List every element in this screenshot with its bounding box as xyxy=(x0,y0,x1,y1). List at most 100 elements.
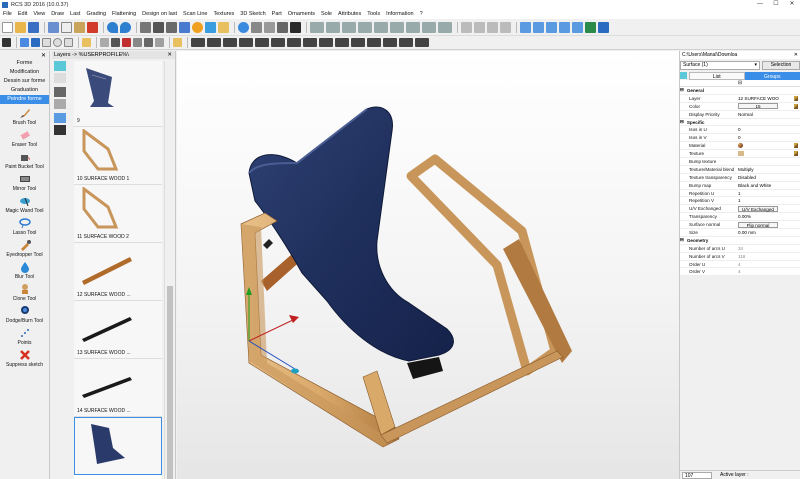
tab-list[interactable]: List xyxy=(689,72,745,80)
layer-item[interactable]: 10 SURFACE WOOD 1 xyxy=(74,127,162,185)
sole-shape-12-icon[interactable] xyxy=(367,38,381,47)
property-value[interactable]: 0.00% xyxy=(736,214,800,219)
property-value[interactable]: Multiply xyxy=(736,167,800,172)
texture-icon[interactable] xyxy=(738,151,744,157)
slash-icon[interactable] xyxy=(111,38,120,47)
menu-tools[interactable]: Tools xyxy=(367,11,380,17)
filter-remove-icon[interactable] xyxy=(179,21,190,33)
suppress-sketch-tool[interactable]: Suppress sketch xyxy=(0,349,49,368)
property-value[interactable]: Black and White xyxy=(736,183,800,188)
filter-add-icon[interactable] xyxy=(166,21,177,33)
filter-icon[interactable] xyxy=(153,21,164,33)
property-row[interactable]: Repetition V 1 xyxy=(680,197,800,206)
eraser-tool[interactable]: Eraser Tool xyxy=(0,129,49,148)
sole-shape-8-icon[interactable] xyxy=(303,38,317,47)
menu-information[interactable]: Information xyxy=(386,11,414,17)
mode-forme[interactable]: Forme xyxy=(0,59,49,68)
layer-item[interactable]: 9 xyxy=(74,61,162,127)
edit-pencil-icon[interactable] xyxy=(794,143,798,149)
grid-icon[interactable] xyxy=(277,21,288,33)
window-layout-1-icon[interactable] xyxy=(520,21,531,33)
mode-graduation[interactable]: Graduation xyxy=(0,86,49,95)
section-icon[interactable] xyxy=(251,21,262,33)
sole-shape-14-icon[interactable] xyxy=(399,38,413,47)
menu-view[interactable]: View xyxy=(33,11,45,17)
sole-shape-1-icon[interactable] xyxy=(191,38,205,47)
shoe-icon[interactable] xyxy=(2,38,11,47)
cut-icon[interactable] xyxy=(48,21,59,33)
selection-button[interactable]: Selection xyxy=(762,61,800,70)
menu-file[interactable]: File xyxy=(3,11,12,17)
sole-shape-4-icon[interactable] xyxy=(239,38,253,47)
layer-item[interactable]: 12 SURFACE WOOD ... xyxy=(74,243,162,301)
draw-rectangle-icon[interactable] xyxy=(42,38,51,47)
magic-wand-tool[interactable]: Magic Wand Tool xyxy=(0,195,49,214)
cube-side-icon[interactable] xyxy=(500,21,511,33)
draw-box-icon[interactable] xyxy=(64,38,73,47)
property-row[interactable]: Texture/Material blend Multiply xyxy=(680,166,800,174)
tab-groups[interactable]: Groups xyxy=(744,72,800,80)
close-button[interactable]: ✕ xyxy=(784,0,800,9)
edit-pencil-icon[interactable] xyxy=(794,103,798,109)
minimize-button[interactable]: — xyxy=(752,0,768,9)
property-row[interactable]: Number of arcs U 34 xyxy=(680,245,800,253)
measure-icon[interactable] xyxy=(264,21,275,33)
property-row[interactable]: Material xyxy=(680,142,800,151)
dimension-icon[interactable] xyxy=(290,21,301,33)
redo-icon[interactable] xyxy=(120,21,131,33)
shoe-view-3-icon[interactable] xyxy=(342,21,356,33)
sole-shape-11-icon[interactable] xyxy=(351,38,365,47)
property-row[interactable]: Texture transparency Disabled xyxy=(680,174,800,182)
mode-modification[interactable]: Modification xyxy=(0,68,49,77)
property-row[interactable]: Bump map Black and White xyxy=(680,182,800,190)
property-value[interactable]: Disabled xyxy=(736,175,800,180)
property-value[interactable]: Normal xyxy=(736,112,800,117)
sole-shape-7-icon[interactable] xyxy=(287,38,301,47)
layer-item[interactable]: 13 SURFACE WOOD ... xyxy=(74,301,162,359)
dodge-burn-tool[interactable]: Dodge/Burn Tool xyxy=(0,305,49,324)
layer-item[interactable]: 14 SURFACE WOOD ... xyxy=(74,359,162,417)
shoe-view-8-icon[interactable] xyxy=(422,21,436,33)
property-category[interactable]: ⊟ Specific xyxy=(680,119,800,127)
property-row[interactable]: U/V Exchanged U/V Exchanged xyxy=(680,205,800,214)
sole-shape-15-icon[interactable] xyxy=(415,38,429,47)
menu-scan-line[interactable]: Scan Line xyxy=(183,11,207,17)
property-value[interactable]: 1 xyxy=(736,198,800,203)
rotate-icon[interactable] xyxy=(238,21,249,33)
3d-viewport[interactable] xyxy=(177,51,679,479)
menu-3d-sketch[interactable]: 3D Sketch xyxy=(240,11,265,17)
menu-help[interactable]: ? xyxy=(420,11,423,17)
property-row[interactable]: Bump texture xyxy=(680,158,800,166)
property-row[interactable]: Order V 4 xyxy=(680,268,800,277)
menu-attributes[interactable]: Attributes xyxy=(338,11,361,17)
maximize-button[interactable]: ☐ xyxy=(768,0,784,9)
cube-view-icon[interactable] xyxy=(461,21,472,33)
close-icon[interactable]: ✕ xyxy=(167,51,175,59)
layer-item[interactable] xyxy=(74,417,162,475)
lasso-tool[interactable]: Lasso Tool xyxy=(0,217,49,236)
vizualize-icon[interactable] xyxy=(598,21,609,33)
property-value[interactable]: U/V Exchanged xyxy=(736,205,800,212)
menu-sole[interactable]: Sole xyxy=(321,11,332,17)
property-value[interactable]: 4 xyxy=(736,262,800,267)
window-layout-4-icon[interactable] xyxy=(559,21,570,33)
sole-shape-5-icon[interactable] xyxy=(255,38,269,47)
eyedropper-tool[interactable]: Eyedropper Tool xyxy=(0,239,49,258)
material-icon[interactable] xyxy=(738,143,743,149)
close-icon[interactable]: ✕ xyxy=(41,52,46,59)
points-tool[interactable]: Points xyxy=(0,327,49,346)
shoe-view-2-icon[interactable] xyxy=(326,21,340,33)
mirror-axis-icon[interactable] xyxy=(100,38,109,47)
property-button[interactable]: Flip normal xyxy=(738,221,778,228)
scrollbar-thumb[interactable] xyxy=(167,286,173,479)
property-category[interactable]: ⊟ Geometry xyxy=(680,237,800,245)
layer-view-icon[interactable] xyxy=(54,61,66,71)
open-folder-icon[interactable] xyxy=(15,21,26,33)
shoe-view-6-icon[interactable] xyxy=(390,21,404,33)
mode-peindre-forme[interactable]: Peindre forme xyxy=(0,95,49,104)
brush-tool[interactable]: Brush Tool xyxy=(0,107,49,126)
layer-item[interactable]: 11 SURFACE WOOD 2 xyxy=(74,185,162,243)
menu-ornaments[interactable]: Ornaments xyxy=(288,11,315,17)
property-value[interactable] xyxy=(736,143,800,149)
trim-icon[interactable] xyxy=(122,38,131,47)
